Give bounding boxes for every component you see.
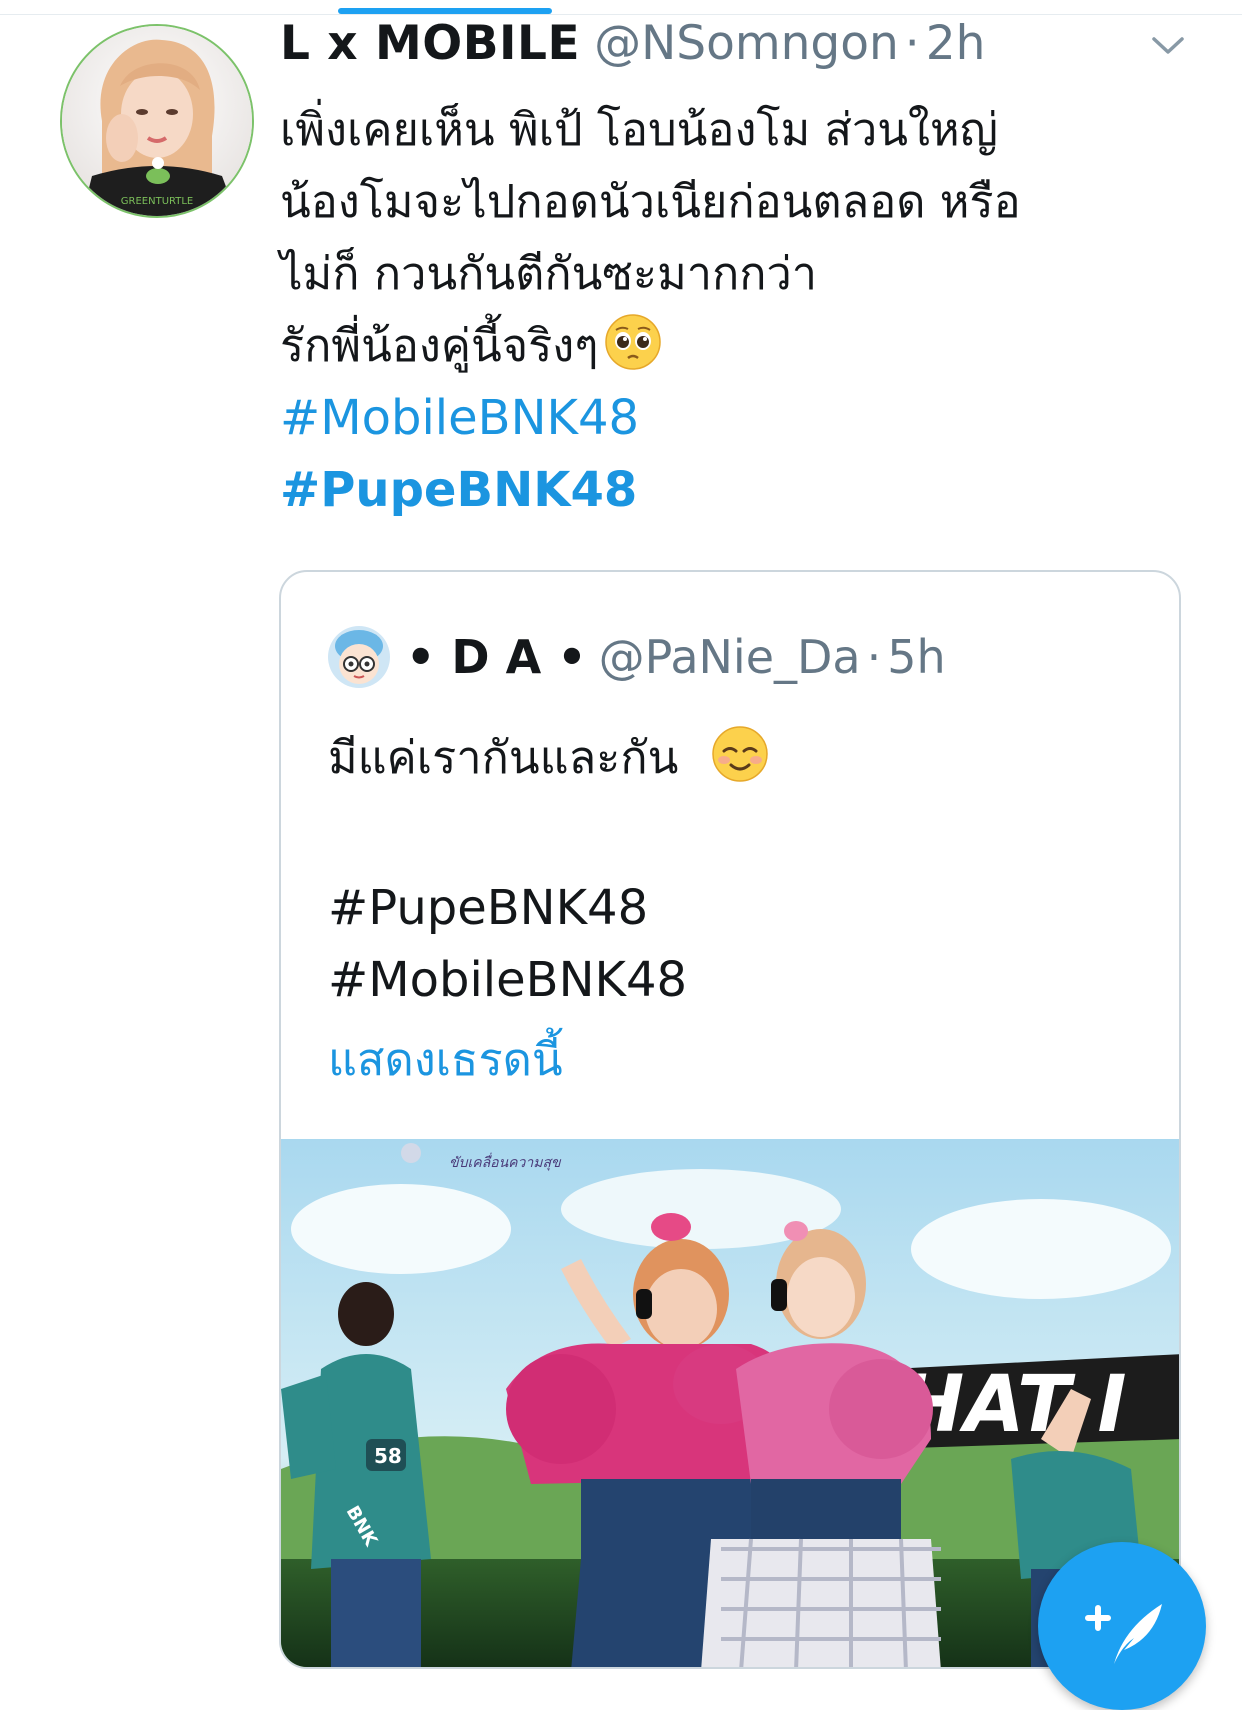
pleading-face-icon xyxy=(605,314,662,370)
hashtag-link[interactable]: #PupeBNK48 xyxy=(280,454,1180,526)
quoted-tweet-text-body: มีแค่เรากันและกัน xyxy=(328,731,679,784)
author-avatar[interactable]: GREENTURTLE xyxy=(60,24,254,218)
quoted-author-display-name[interactable]: • D A • xyxy=(406,630,587,684)
tweet-text: เพิ่งเคยเห็น พิเป้ โอบน้องโม ส่วนใหญ่ น้… xyxy=(280,94,1180,526)
tweet-text-line: ไม่ก็ กวนกันตีกันซะมากกว่า xyxy=(280,247,818,300)
quoted-tweet-timestamp[interactable]: 5h xyxy=(887,630,945,684)
compose-tweet-button[interactable] xyxy=(1038,1542,1206,1710)
quoted-tweet-header: • D A • @PaNie_Da · 5h xyxy=(406,624,946,690)
quoted-tweet-hashtags: #PupeBNK48 #MobileBNK48 xyxy=(328,872,687,1016)
media-stage-text: HAT I xyxy=(899,1360,1127,1450)
header-separator: · xyxy=(904,16,920,71)
compose-feather-plus-icon xyxy=(1085,1604,1162,1664)
tweet-text-line-4: รักพี่น้องคู่นี้จริงๆ xyxy=(280,319,599,372)
tweet-text-line: รักพี่น้องคู่นี้จริงๆ xyxy=(280,310,1180,382)
tweet-text-line: เพิ่งเคยเห็น พิเป้ โอบน้องโม ส่วนใหญ่ xyxy=(280,103,999,156)
tweet-timestamp[interactable]: 2h xyxy=(926,16,986,71)
hashtag-link[interactable]: #MobileBNK48 xyxy=(280,382,1180,454)
chevron-down-icon[interactable] xyxy=(1150,30,1186,60)
quoted-author-handle[interactable]: @PaNie_Da xyxy=(599,630,861,684)
quoted-hashtag[interactable]: #PupeBNK48 xyxy=(328,872,687,944)
quoted-tweet-text: มีแค่เรากันและกัน xyxy=(328,722,769,794)
quoted-author-avatar[interactable] xyxy=(328,626,390,688)
tweet-text-line: น้องโมจะไปกอดนัวเนียก่อนตลอด หรือ xyxy=(280,175,1021,228)
quoted-tweet-card[interactable]: • D A • @PaNie_Da · 5h มีแค่เรากันและกัน #P… xyxy=(279,570,1181,1669)
tweet-header: L x MOBILE @NSomngon · 2h xyxy=(280,14,985,74)
show-thread-link[interactable]: แสดงเธรดนี้ xyxy=(328,1024,563,1096)
quoted-header-separator: · xyxy=(866,630,882,684)
author-handle[interactable]: @NSomngon xyxy=(594,16,899,71)
avatar-logo-text: GREENTURTLE xyxy=(121,196,193,207)
quoted-hashtag[interactable]: #MobileBNK48 xyxy=(328,944,687,1016)
media-banner-text: ขับเคลื่อนความสุข xyxy=(449,1152,562,1171)
media-jacket-number: 58 xyxy=(374,1444,402,1468)
smiling-face-icon xyxy=(711,726,768,782)
author-display-name[interactable]: L x MOBILE xyxy=(280,16,580,71)
